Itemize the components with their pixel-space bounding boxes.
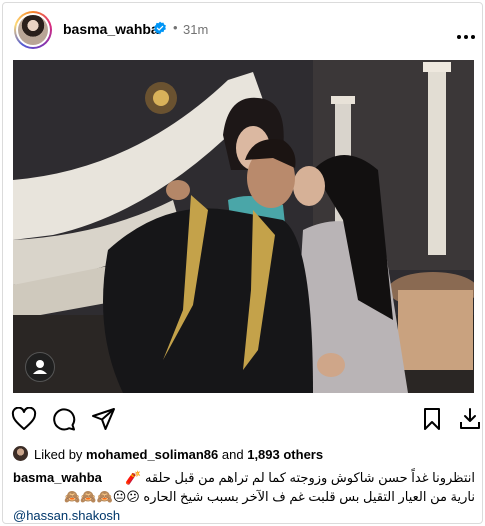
caption-mention[interactable]: @hassan.shakosh bbox=[13, 507, 120, 525]
verified-badge-icon bbox=[153, 21, 167, 40]
separator-dot: • bbox=[173, 20, 178, 35]
download-icon[interactable] bbox=[458, 407, 482, 436]
comment-icon[interactable] bbox=[51, 407, 77, 436]
profile-avatar[interactable] bbox=[14, 11, 52, 49]
liker-username[interactable]: mohamed_soliman86 bbox=[86, 447, 218, 462]
user-tag-icon[interactable] bbox=[25, 352, 55, 382]
likes-prefix: Liked by bbox=[34, 447, 83, 462]
post-photo[interactable] bbox=[13, 60, 474, 393]
post-header: basma_wahba • 31m bbox=[3, 3, 482, 55]
share-icon[interactable] bbox=[91, 407, 117, 436]
likes-joiner: and bbox=[221, 447, 244, 462]
likes-count[interactable]: 1,893 others bbox=[247, 447, 323, 462]
caption-text-line-1: انتظرونا غداً حسن شاكوش وزوجته كما لم تر… bbox=[125, 470, 475, 485]
post-time[interactable]: 31m bbox=[183, 22, 208, 37]
bookmark-icon[interactable] bbox=[421, 407, 443, 436]
more-options-icon[interactable] bbox=[456, 27, 476, 45]
heart-icon[interactable] bbox=[11, 406, 37, 436]
liker-avatar[interactable] bbox=[13, 446, 28, 461]
action-bar bbox=[3, 401, 482, 435]
avatar-image bbox=[18, 15, 48, 45]
caption-text-line-2: نارية من العيار التقيل بس قلبت غم ف الآخ… bbox=[64, 489, 475, 504]
post-username[interactable]: basma_wahba bbox=[63, 21, 159, 37]
photo-scene bbox=[13, 60, 474, 393]
caption-username[interactable]: basma_wahba bbox=[13, 469, 102, 487]
post-card: basma_wahba • 31m Liked by mohamed_solim… bbox=[2, 2, 483, 524]
